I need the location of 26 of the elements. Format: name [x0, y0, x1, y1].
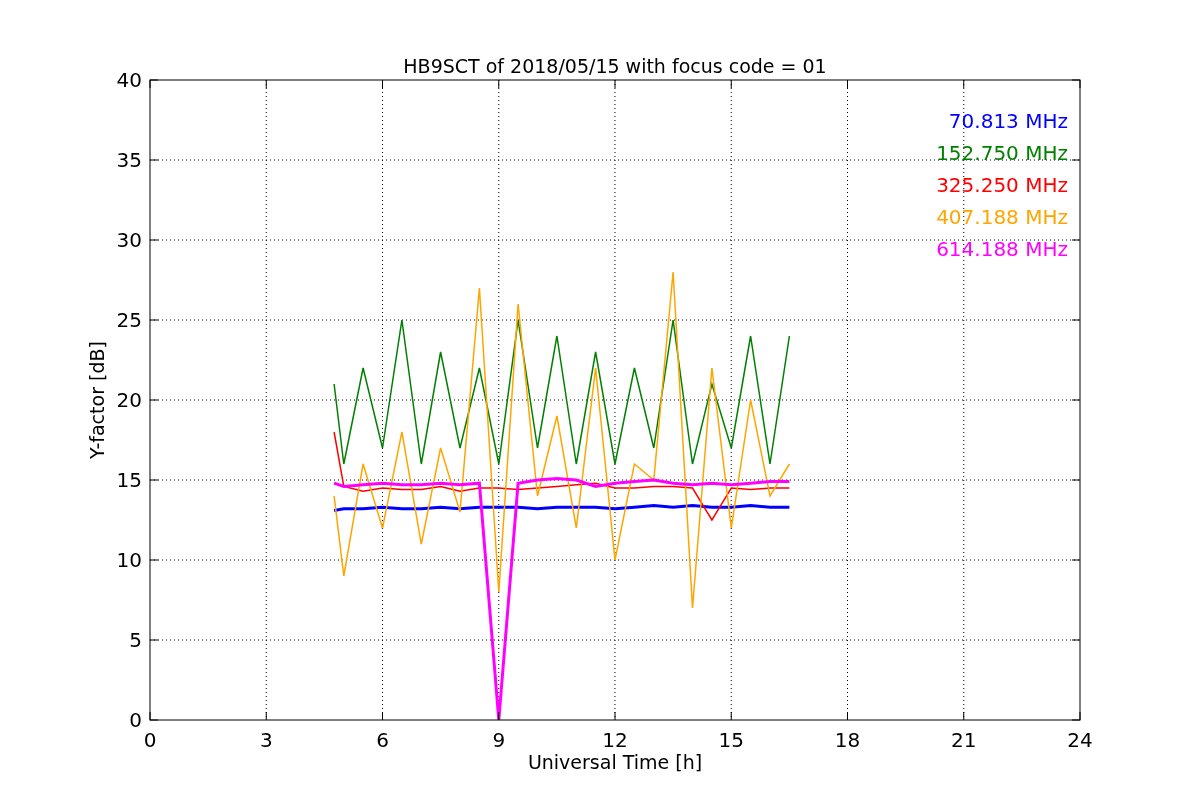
y-tick-label: 25: [116, 308, 142, 332]
x-tick-label: 18: [834, 728, 861, 752]
x-tick-label: 21: [951, 728, 977, 752]
y-axis-label: Y-factor [dB]: [86, 341, 108, 459]
legend-label: 407.188 MHz: [936, 205, 1068, 229]
x-tick-label: 9: [492, 728, 506, 752]
chart-title: HB9SCT of 2018/05/15 with focus code = 01: [403, 55, 827, 77]
y-tick-label: 30: [116, 228, 142, 252]
y-tick-label: 10: [116, 548, 142, 572]
y-tick-label: 20: [116, 388, 142, 412]
x-tick-label: 6: [376, 728, 389, 752]
y-tick-label: 35: [116, 148, 142, 172]
x-tick-label: 3: [259, 728, 273, 752]
legend-label: 614.188 MHz: [936, 237, 1068, 261]
x-tick-label: 0: [143, 728, 157, 752]
y-tick-label: 0: [129, 708, 142, 732]
x-tick-label: 24: [1067, 728, 1093, 752]
legend-label: 325.250 MHz: [936, 173, 1068, 197]
y-tick-label: 40: [116, 68, 142, 92]
legend-label: 152.750 MHz: [936, 141, 1068, 165]
legend-label: 70.813 MHz: [948, 109, 1068, 133]
y-tick-label: 15: [116, 468, 142, 492]
x-tick-label: 15: [718, 728, 744, 752]
x-tick-label: 12: [602, 728, 628, 752]
x-axis-label: Universal Time [h]: [527, 751, 703, 773]
y-tick-label: 5: [129, 628, 142, 652]
